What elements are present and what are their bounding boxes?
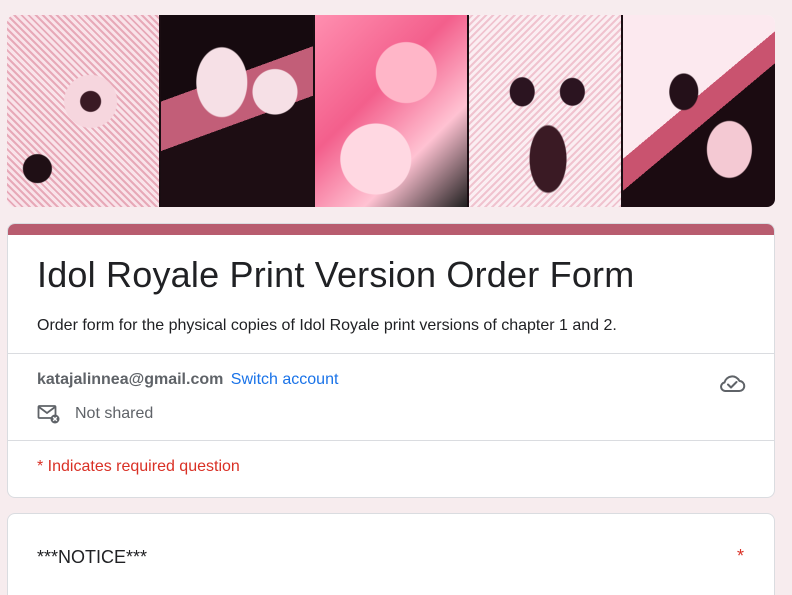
question-title: ***NOTICE*** <box>37 547 148 567</box>
banner-panel-3 <box>315 15 469 207</box>
header-banner <box>7 15 775 207</box>
divider <box>8 440 774 441</box>
switch-account-link[interactable]: Switch account <box>231 371 339 388</box>
required-note: * Indicates required question <box>37 458 240 475</box>
form-header-card: Idol Royale Print Version Order Form Ord… <box>7 223 775 498</box>
mail-not-shared-icon <box>37 405 60 424</box>
question-card: ***NOTICE*** * <box>7 513 775 595</box>
sharing-status: Not shared <box>37 404 153 424</box>
banner-panel-2 <box>161 15 315 207</box>
cloud-saved-icon <box>720 375 746 392</box>
banner-panel-1 <box>7 15 161 207</box>
divider <box>8 353 774 354</box>
form-description: Order form for the physical copies of Id… <box>37 317 617 334</box>
banner-panel-4 <box>469 15 623 207</box>
form-title: Idol Royale Print Version Order Form <box>37 254 635 295</box>
banner-panel-5 <box>623 15 775 207</box>
not-shared-label: Not shared <box>75 405 154 422</box>
required-asterisk: * <box>736 546 744 566</box>
account-row: katajalinnea@gmail.com Switch account <box>37 371 338 389</box>
account-email: katajalinnea@gmail.com <box>37 371 224 388</box>
card-accent-bar <box>8 224 774 235</box>
